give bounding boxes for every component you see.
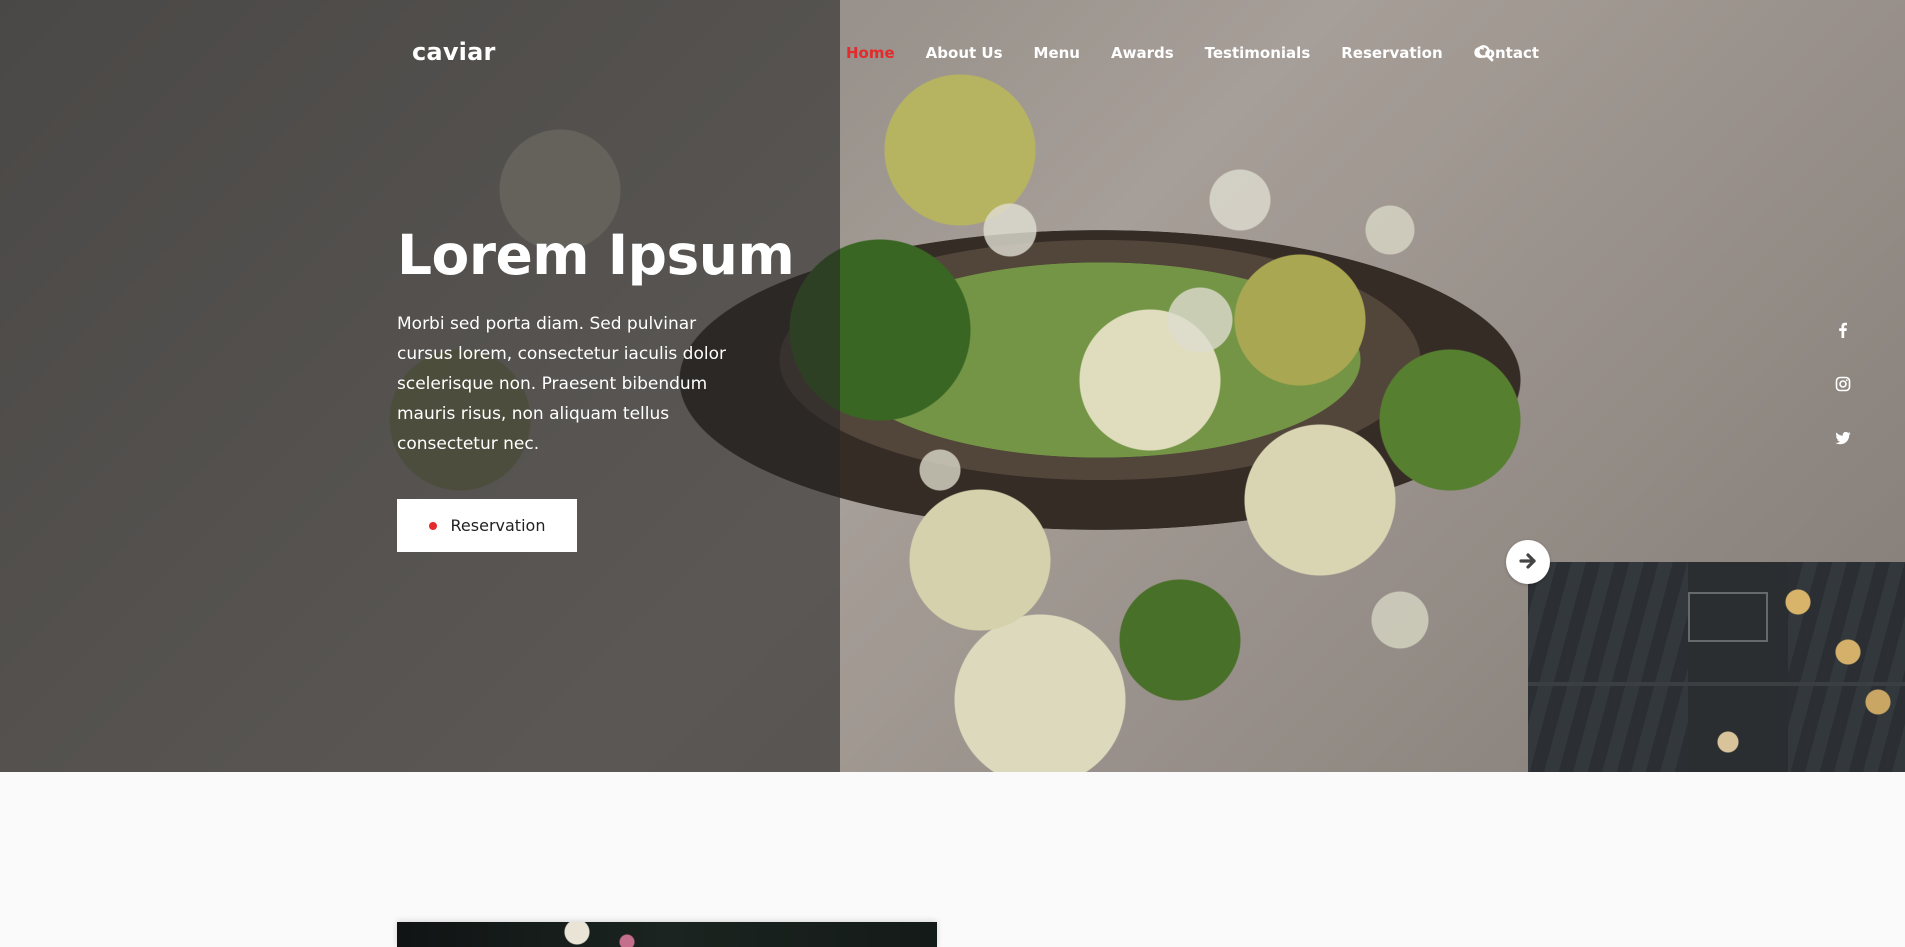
nav-item-reservation[interactable]: Reservation bbox=[1341, 44, 1442, 62]
restaurant-interior-thumbnail[interactable] bbox=[1528, 562, 1905, 772]
instagram-icon[interactable] bbox=[1835, 376, 1851, 392]
hero-description: Morbi sed porta diam. Sed pulvinar cursu… bbox=[397, 314, 726, 454]
featured-image bbox=[397, 922, 937, 947]
site-logo[interactable]: caviar bbox=[412, 38, 496, 66]
main-nav: Home About Us Menu Awards Testimonials R… bbox=[846, 44, 1570, 62]
table-graphic bbox=[1688, 592, 1768, 642]
hero-title: Lorem Ipsum bbox=[397, 223, 795, 287]
red-dot-icon bbox=[428, 521, 437, 530]
twitter-icon[interactable] bbox=[1835, 430, 1851, 446]
arrow-right-icon bbox=[1517, 550, 1539, 575]
facebook-icon[interactable] bbox=[1835, 322, 1851, 338]
social-links bbox=[1835, 322, 1851, 484]
nav-item-home[interactable]: Home bbox=[846, 44, 895, 62]
search-icon[interactable] bbox=[1476, 44, 1494, 62]
hero-section: caviar Home About Us Menu Awards Testimo… bbox=[0, 0, 1905, 772]
reservation-button[interactable]: Reservation bbox=[397, 499, 577, 552]
nav-item-menu[interactable]: Menu bbox=[1034, 44, 1080, 62]
next-slide-button[interactable] bbox=[1506, 540, 1550, 584]
nav-item-awards[interactable]: Awards bbox=[1111, 44, 1174, 62]
reservation-button-label: Reservation bbox=[450, 516, 546, 535]
nav-item-testimonials[interactable]: Testimonials bbox=[1205, 44, 1311, 62]
nav-item-about-us[interactable]: About Us bbox=[926, 44, 1003, 62]
